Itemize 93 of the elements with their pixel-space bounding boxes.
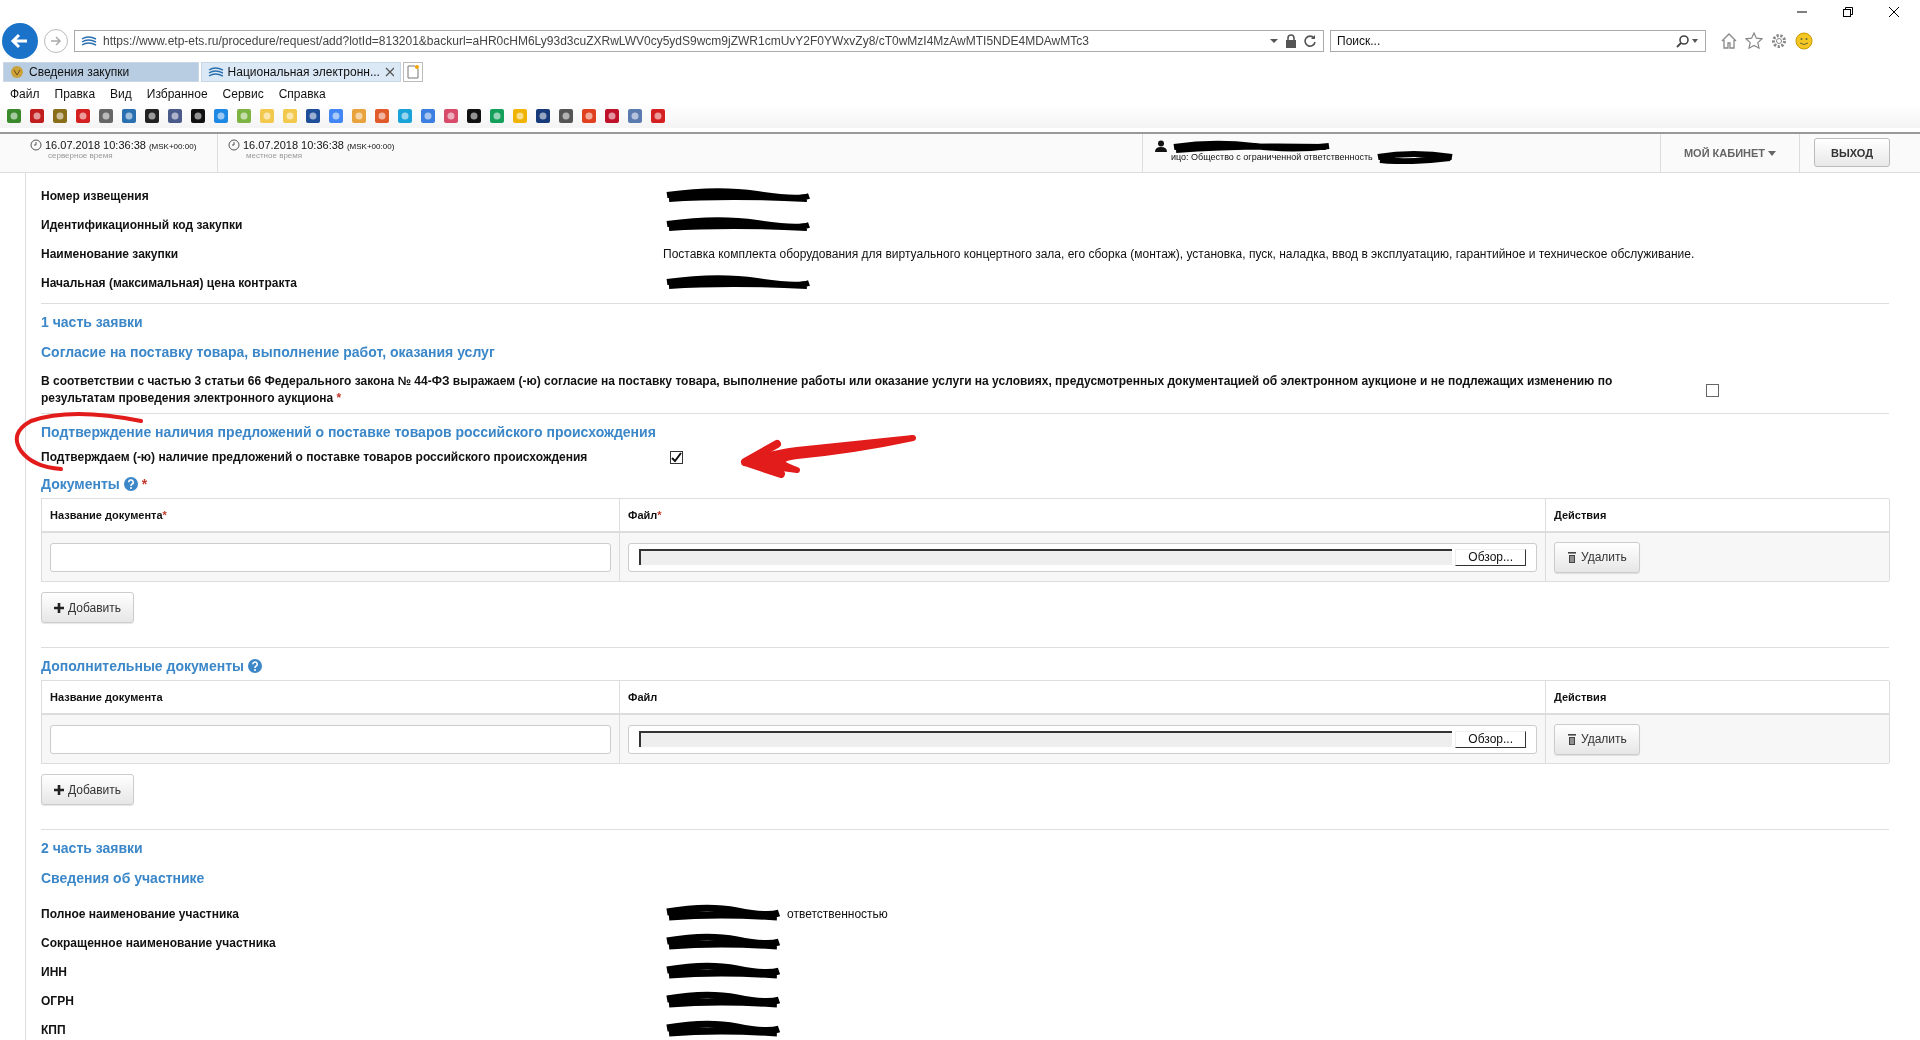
column-header: Действия [1554,509,1607,521]
field-label: Начальная (максимальная) цена контракта [41,275,299,290]
plus-icon [54,784,64,795]
time-zone: (MSK+00:00) [346,142,395,151]
menu-item[interactable]: Правка [54,87,96,101]
delete-button[interactable]: Удалить [1554,541,1640,573]
column-header: Файл* [628,509,662,521]
section-title: Подтверждение наличия предложений о поставке товаров российского происхождения [41,423,657,441]
back-button[interactable] [2,23,38,59]
document-name-field[interactable] [50,724,611,754]
clock-icon [30,139,42,151]
clock-icon [228,139,240,151]
favorite-site-icon[interactable] [535,108,551,124]
caret-icon [1768,150,1777,156]
favorite-site-icon[interactable] [167,108,183,124]
column-header: Название документа [50,691,163,703]
user-icon [1155,140,1167,152]
section-title: 1 часть заявки [41,313,144,331]
section-title: Документы [41,475,120,493]
field-label: Сокращенное наименование участника [41,935,277,950]
trash-icon [1567,551,1577,563]
favorite-site-icon[interactable] [305,108,321,124]
column-header: Файл [628,691,658,703]
menu-item[interactable]: Вид [110,87,132,101]
add-button[interactable]: Добавить [41,592,135,623]
time-caption: серверное время [48,151,114,160]
favorite-site-icon[interactable] [144,108,160,124]
delete-button[interactable]: Удалить [1554,723,1640,755]
restore-icon[interactable] [1842,6,1854,18]
field-value: ответственностью [787,906,888,921]
field-label: ИНН [41,964,68,979]
favorite-site-icon[interactable] [604,108,620,124]
field-label: Номер извещения [41,188,150,203]
trash-icon [1567,733,1577,745]
menu-item[interactable]: Файл [10,87,40,101]
lock-icon [1285,34,1297,48]
address-field[interactable]: https://www.etp-ets.ru/procedure/request/add?lotId=813201&backurl=aHR0cHM6Ly93d3cuZXRwLWV0cy5ydS9wcm9jZWR1cmUvY2F0YWxvZy8/cT0wMzI4MzAwMTI5NDE4MDAwMTc3 [74,30,1324,52]
confirmation-checkbox[interactable] [670,450,683,464]
consent-checkbox[interactable] [1706,383,1719,397]
close-icon[interactable] [1888,6,1900,18]
browse-button[interactable]: Обзор... [1455,730,1526,748]
consent-text: В соответствии с частью 3 статьи 66 Федерального закона № 44-ФЗ выражаем (-ю) согласие на поставку товара, выполнение работы или оказание услуги на условиях, предусмотренных документацией об электронном аукционе и не подлежащих изменению по результатам проведения электронного аукциона * [41,373,1614,407]
menu-item[interactable]: Справка [278,87,326,101]
favorite-site-icon[interactable] [558,108,574,124]
search-input[interactable]: Поиск... [1337,34,1675,48]
file-field[interactable]: Обзор... [628,542,1537,572]
site-icon [208,66,223,78]
field-label: Идентификационный код закупки [41,217,244,232]
favorite-site-icon[interactable] [466,108,482,124]
required-mark: * [141,475,148,493]
search-icon[interactable] [1675,34,1699,48]
site-icon [81,35,97,47]
time-value: 16.07.2018 10:36:38 [243,139,344,151]
logout-button[interactable]: ВЫХОД [1814,138,1890,167]
plus-icon [54,602,64,613]
close-icon[interactable] [384,67,394,77]
column-header: Действия [1554,691,1607,703]
browser-tab[interactable]: Национальная электронн... [201,62,401,82]
time-zone: (MSK+00:00) [148,142,197,151]
section-title: Согласие на поставку товара, выполнение работ, оказания услуг [41,343,496,361]
field-value: Поставка комплекта оборудования для виртуального концертного зала, его сборка (монтаж), установка, пуск, наладка, ввод в эксплуатацию, гарантийное и техническое обслуживание. [663,246,1695,261]
forward-arrow-icon [49,34,63,48]
field-label: Наименование закупки [41,246,180,261]
field-label: КПП [41,1022,67,1037]
section-title: Сведения об участнике [41,869,206,887]
star-icon[interactable] [1745,32,1763,50]
settings-icon[interactable] [1770,32,1788,50]
emblem-icon [10,65,24,79]
dropdown-icon[interactable] [1269,37,1279,45]
user-organization: ицо: Общество с ограниченной ответственность [1171,152,1373,162]
menu-item[interactable]: Избранное [146,87,208,101]
time-value: 16.07.2018 10:36:38 [45,139,146,151]
help-icon[interactable] [248,659,262,673]
time-caption: местное время [246,151,304,160]
cabinet-menu[interactable]: МОЙ КАБИНЕТ [1660,134,1800,172]
search-field[interactable]: Поиск... [1330,30,1706,52]
home-icon[interactable] [1720,32,1738,50]
refresh-icon[interactable] [1303,34,1317,48]
section-title: 2 часть заявки [41,839,144,857]
document-name-field[interactable] [50,542,611,572]
add-button[interactable]: Добавить [41,774,135,805]
confirmation-label: Подтверждаем (-ю) наличие предложений о поставке товаров российского происхождения [41,450,589,464]
browser-tab[interactable]: Сведения закупки [3,62,199,82]
column-header: Название документа* [50,509,167,521]
browse-button[interactable]: Обзор... [1455,548,1526,566]
section-title: Дополнительные документы [41,657,244,675]
smiley-icon[interactable] [1795,32,1813,50]
field-label: Полное наименование участника [41,906,240,921]
menu-item[interactable]: Сервис [222,87,264,101]
help-icon[interactable] [123,477,138,491]
field-label: ОГРН [41,993,75,1008]
file-field[interactable]: Обзор... [628,724,1537,754]
favorite-site-icon[interactable] [190,108,206,124]
